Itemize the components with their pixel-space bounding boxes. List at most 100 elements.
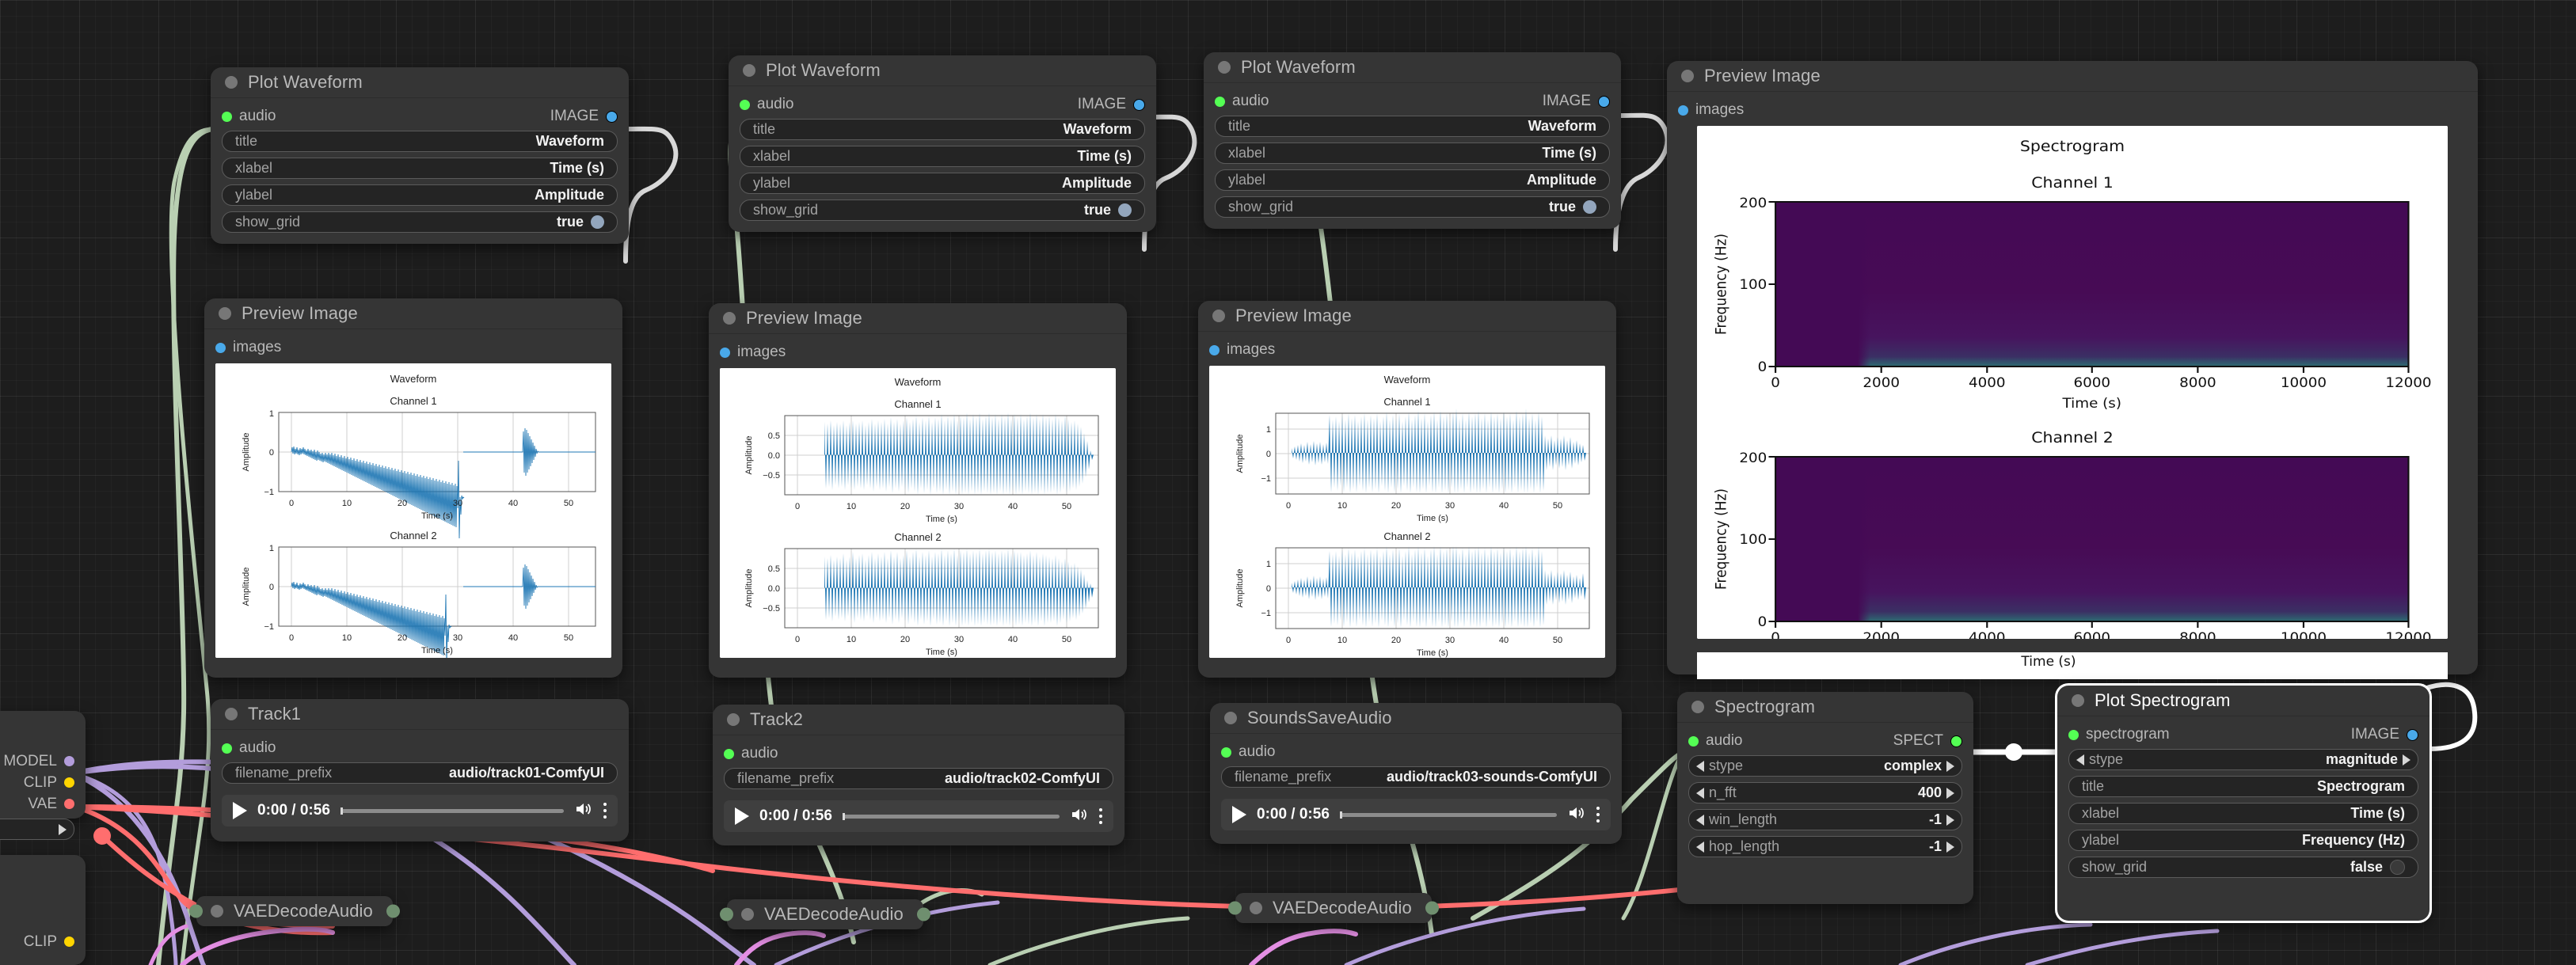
collapse-icon[interactable] (225, 76, 238, 89)
audio-input-dot[interactable] (1228, 901, 1242, 915)
toggle-icon[interactable] (1118, 203, 1132, 217)
vae-output-dot[interactable] (64, 799, 74, 809)
chevron-right-icon[interactable] (2403, 754, 2410, 766)
widget-stype[interactable]: stype complex (1688, 755, 1962, 777)
audio-input-dot[interactable] (740, 99, 750, 110)
audio-input-dot[interactable] (222, 111, 232, 122)
collapse-icon[interactable] (743, 64, 755, 77)
collapse-icon[interactable] (1218, 61, 1231, 74)
chevron-left-icon[interactable] (1696, 841, 1704, 853)
collapse-icon[interactable] (2072, 694, 2084, 707)
play-icon[interactable] (1232, 806, 1246, 823)
node-title-bar[interactable]: Spectrogram (1677, 692, 1973, 723)
collapse-icon[interactable] (1691, 701, 1704, 713)
play-icon[interactable] (233, 802, 247, 819)
volume-icon[interactable] (1070, 807, 1089, 826)
play-icon[interactable] (735, 807, 749, 825)
node-title-bar[interactable]: VAEDecodeAudio (196, 896, 387, 926)
waveform-plot-2[interactable]: Waveform Channel 1 0.5 0.0 −0.5 0 10 20 30 4… (720, 368, 1116, 658)
chevron-right-icon[interactable] (1946, 814, 1954, 826)
node-track1[interactable]: Track1 audio filename_prefix audio/track… (211, 699, 629, 842)
image-output-dot[interactable] (1133, 98, 1145, 111)
widget-ylabel[interactable]: ylabel Amplitude (740, 173, 1145, 194)
widget-show-grid[interactable]: show_grid true (1215, 196, 1610, 218)
chevron-right-icon[interactable] (59, 823, 67, 835)
toggle-icon[interactable] (2390, 860, 2405, 875)
widget-show-grid[interactable]: show_grid true (222, 211, 618, 233)
chevron-left-icon[interactable] (1696, 787, 1704, 799)
node-title-bar[interactable]: Preview Image (709, 303, 1127, 334)
more-options-icon[interactable] (1099, 808, 1102, 824)
scrubber-knob[interactable] (842, 812, 845, 820)
widget-filename-prefix[interactable]: filename_prefix audio/track01-ComfyUI (222, 762, 618, 784)
node-title-bar[interactable]: Plot Waveform (211, 67, 629, 98)
node-vae-decode-audio-2[interactable]: VAEDecodeAudio (720, 899, 930, 929)
audio-input-dot[interactable] (189, 904, 203, 918)
chevron-right-icon[interactable] (1946, 760, 1954, 772)
audio-player[interactable]: 0:00 / 0:56 (222, 795, 618, 826)
node-track2[interactable]: Track2 audio filename_prefix audio/track… (713, 705, 1124, 845)
scrubber-knob[interactable] (340, 807, 343, 815)
node-title-bar[interactable]: Plot Waveform (729, 55, 1156, 86)
audio-scrubber[interactable] (340, 807, 564, 815)
widget-stype[interactable]: stype magnitude (2068, 749, 2418, 770)
audio-scrubber[interactable] (842, 812, 1060, 820)
widget-show-grid[interactable]: show_grid true (740, 199, 1145, 221)
widget-ckpt-name[interactable]: ... (0, 819, 74, 840)
audio-player[interactable]: 0:00 / 0:56 (724, 800, 1113, 832)
collapse-icon[interactable] (211, 905, 223, 918)
audio-output-dot[interactable] (1425, 901, 1439, 915)
node-title-bar[interactable]: Preview Image (1667, 61, 2478, 92)
widget-ylabel[interactable]: ylabel Amplitude (222, 184, 618, 206)
node-checkpoint-loader[interactable]: MODEL CLIP VAE ... (0, 711, 86, 840)
widget-ylabel[interactable]: ylabel Frequency (Hz) (2068, 830, 2418, 851)
widget-title[interactable]: title Waveform (222, 131, 618, 152)
chevron-right-icon[interactable] (1946, 841, 1954, 853)
clip-output-dot[interactable] (64, 937, 74, 947)
collapse-icon[interactable] (1681, 70, 1694, 82)
audio-input-dot[interactable] (724, 748, 734, 759)
audio-input-dot[interactable] (1221, 747, 1231, 758)
node-title-bar[interactable]: VAEDecodeAudio (727, 899, 918, 929)
image-output-dot[interactable] (606, 110, 618, 123)
widget-show-grid[interactable]: show_grid false (2068, 857, 2418, 878)
scrubber-knob[interactable] (1339, 811, 1342, 819)
collapse-icon[interactable] (1250, 902, 1262, 914)
node-spectrogram[interactable]: Spectrogram audio SPECT stype complex n_f… (1677, 692, 1973, 904)
node-title-bar[interactable]: Track1 (211, 699, 629, 730)
collapse-icon[interactable] (727, 713, 740, 726)
images-input-dot[interactable] (1678, 104, 1688, 116)
audio-player[interactable]: 0:00 / 0:56 (1221, 799, 1611, 830)
images-input-dot[interactable] (215, 342, 226, 353)
spect-output-dot[interactable] (1950, 735, 1962, 747)
widget-hop-length[interactable]: hop_length -1 (1688, 836, 1962, 857)
volume-icon[interactable] (1567, 805, 1586, 825)
node-sounds-save-audio[interactable]: SoundsSaveAudio audio filename_prefix au… (1210, 703, 1622, 844)
chevron-left-icon[interactable] (1696, 760, 1704, 772)
node-plot-spectrogram[interactable]: Plot Spectrogram spectrogram IMAGE stype… (2057, 686, 2430, 921)
widget-xlabel[interactable]: xlabel Time (s) (2068, 803, 2418, 824)
widget-xlabel[interactable]: xlabel Time (s) (1215, 142, 1610, 164)
waveform-plot-1[interactable]: Waveform Channel 1 1 0 −1 0 10 20 30 40 … (215, 363, 611, 658)
spectrogram-input-dot[interactable] (2068, 729, 2079, 740)
widget-xlabel[interactable]: xlabel Time (s) (740, 146, 1145, 167)
node-vae-decode-audio-3[interactable]: VAEDecodeAudio (1228, 893, 1439, 923)
toggle-icon[interactable] (591, 215, 604, 229)
cl78-output-dot[interactable] (64, 777, 74, 788)
collapse-icon[interactable] (1224, 712, 1237, 724)
node-plot-waveform-1[interactable]: Plot Waveform audio IMAGE title Waveform… (211, 67, 629, 244)
node-title-bar[interactable]: SoundsSaveAudio (1210, 703, 1622, 734)
collapse-icon[interactable] (741, 908, 754, 921)
toggle-icon[interactable] (1583, 200, 1596, 214)
node-title-bar[interactable]: Track2 (713, 705, 1124, 735)
audio-output-dot[interactable] (386, 904, 400, 918)
node-preview-image-3[interactable]: Preview Image images Waveform Channel 1 … (1198, 301, 1616, 678)
widget-filename-prefix[interactable]: filename_prefix audio/track02-ComfyUI (724, 768, 1113, 789)
audio-input-dot[interactable] (222, 743, 232, 754)
collapse-icon[interactable] (225, 708, 238, 720)
image-output-dot[interactable] (1598, 95, 1610, 108)
more-options-icon[interactable] (603, 803, 607, 819)
node-plot-waveform-2[interactable]: Plot Waveform audio IMAGE title Waveform… (729, 55, 1156, 232)
widget-title[interactable]: title Waveform (1215, 116, 1610, 137)
node-plot-waveform-3[interactable]: Plot Waveform audio IMAGE title Waveform… (1204, 52, 1621, 229)
